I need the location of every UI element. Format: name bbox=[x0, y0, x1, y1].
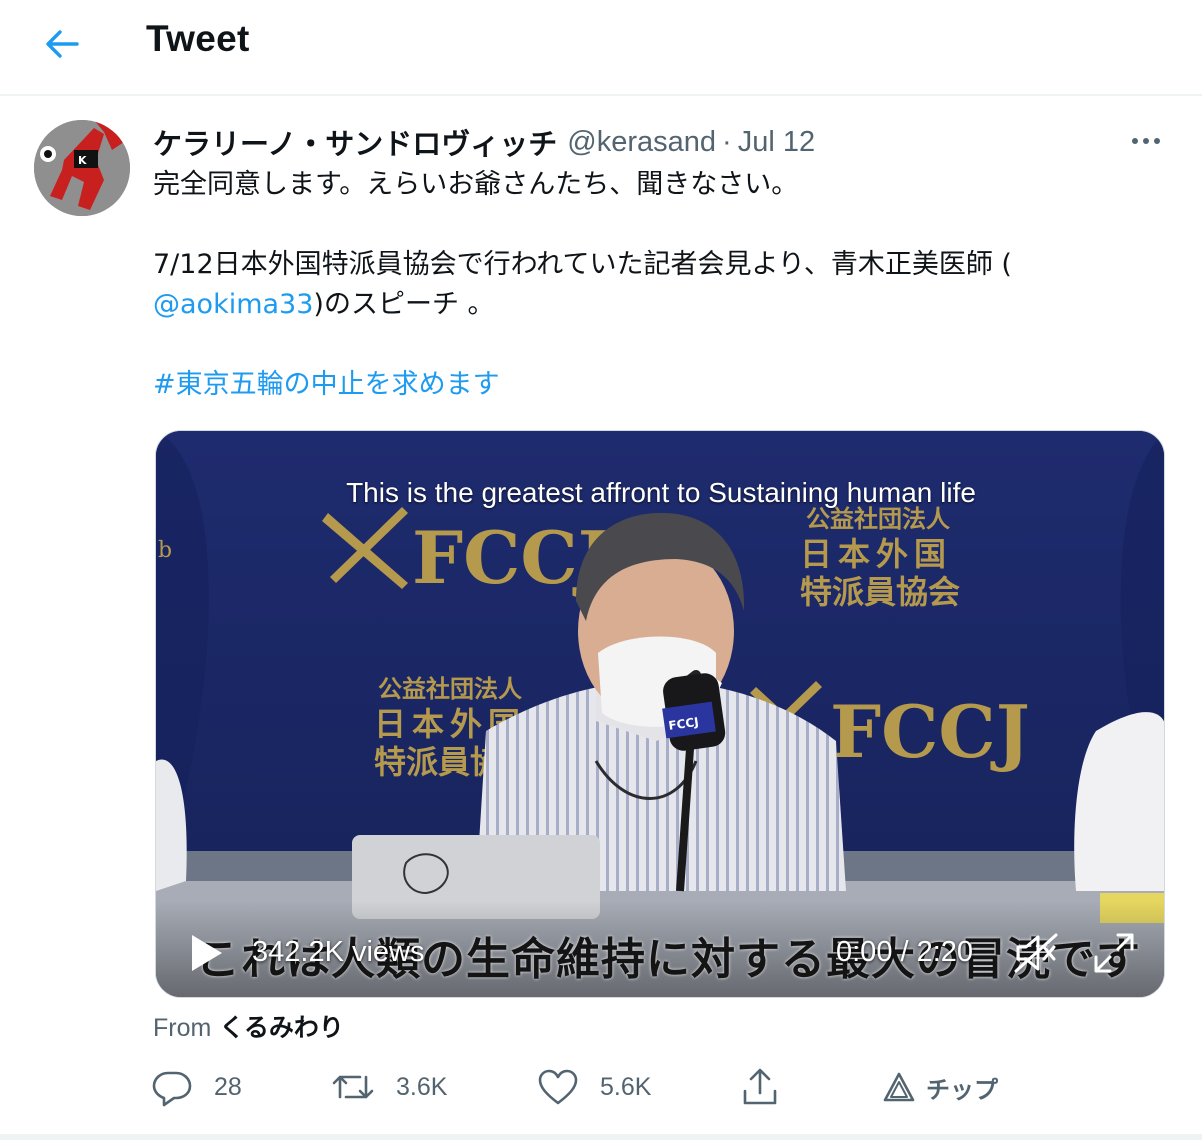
avatar[interactable]: K bbox=[34, 120, 130, 216]
view-count: 342.2K views bbox=[252, 936, 425, 968]
display-name[interactable]: ケラリーノ・サンドロヴィッチ bbox=[153, 121, 557, 163]
tip-label: チップ bbox=[926, 1075, 998, 1104]
tweet-actions: 28 3.6K 5.6K チップ bbox=[150, 1062, 1050, 1112]
share-icon bbox=[743, 1068, 777, 1105]
like-button[interactable]: 5.6K bbox=[536, 1062, 651, 1112]
tweet-user-line: ケラリーノ・サンドロヴィッチ @kerasand · Jul 12 bbox=[153, 122, 815, 162]
mention-link[interactable]: @aokima33 bbox=[153, 289, 313, 320]
page-title: Tweet bbox=[146, 18, 250, 59]
dot bbox=[1132, 138, 1138, 144]
mute-button[interactable] bbox=[1014, 931, 1060, 975]
tweet-text: 完全同意します。えらいお爺さんたち、聞きなさい。 7/12日本外国特派員協会で行… bbox=[153, 165, 1153, 405]
page-header: Tweet bbox=[0, 0, 1202, 96]
reply-count: 28 bbox=[214, 1072, 242, 1101]
dot bbox=[1154, 138, 1160, 144]
share-button[interactable] bbox=[740, 1062, 780, 1112]
from-label: From bbox=[153, 1014, 212, 1042]
hashtag-link[interactable]: #東京五輪の中止を求めます bbox=[153, 369, 500, 400]
svg-text:FCCJ: FCCJ bbox=[830, 689, 1030, 774]
svg-text:公益社団法人: 公益社団法人 bbox=[378, 674, 522, 703]
play-button[interactable] bbox=[186, 931, 226, 975]
media-source: From くるみわり bbox=[153, 1008, 344, 1044]
video-time: 0:00 / 2:20 bbox=[836, 936, 974, 968]
separator: · bbox=[722, 125, 732, 158]
like-count: 5.6K bbox=[600, 1072, 652, 1101]
svg-text:特派員協会: 特派員協会 bbox=[800, 573, 960, 611]
heart-icon bbox=[538, 1069, 578, 1105]
play-icon bbox=[192, 935, 222, 971]
tip-icon bbox=[883, 1072, 915, 1102]
tweet-line: #東京五輪の中止を求めます bbox=[153, 365, 1153, 405]
video-top-caption: This is the greatest affront to Sustaini… bbox=[346, 477, 976, 508]
arrow-left-icon bbox=[46, 30, 79, 58]
tweet-text-rest: )のスピーチ 。 bbox=[313, 289, 495, 320]
tweet-line: 7/12日本外国特派員協会で行われていた記者会見より、青木正美医師 ( bbox=[153, 249, 1012, 280]
video-player[interactable]: FCCJ FCCJ 公益社団法人 日本外国 特派員協会 公益社団法人 日本外国 … bbox=[155, 430, 1165, 998]
back-button[interactable] bbox=[40, 22, 84, 66]
reply-button[interactable]: 28 bbox=[150, 1062, 242, 1112]
tweet-date[interactable]: Jul 12 bbox=[738, 126, 815, 159]
user-handle[interactable]: @kerasand bbox=[567, 126, 716, 159]
fullscreen-icon bbox=[1094, 933, 1134, 973]
fullscreen-button[interactable] bbox=[1092, 931, 1136, 975]
more-options-icon[interactable] bbox=[1124, 124, 1168, 158]
svg-text:K: K bbox=[78, 154, 87, 167]
speaker-muted-icon bbox=[1014, 933, 1058, 973]
avatar-image: K bbox=[34, 120, 130, 216]
svg-text:日本外国: 日本外国 bbox=[800, 535, 952, 573]
dot bbox=[1143, 138, 1149, 144]
retweet-icon bbox=[332, 1075, 374, 1099]
source-link[interactable]: くるみわり bbox=[219, 1013, 344, 1042]
tweet-line: 完全同意します。えらいお爺さんたち、聞きなさい。 bbox=[153, 169, 799, 200]
tweet-line: @aokima33)のスピーチ 。 bbox=[153, 285, 1153, 325]
divider bbox=[0, 1134, 1202, 1140]
retweet-count: 3.6K bbox=[396, 1072, 448, 1101]
retweet-button[interactable]: 3.6K bbox=[330, 1062, 447, 1112]
tip-button[interactable]: チップ bbox=[882, 1062, 998, 1112]
reply-icon bbox=[152, 1071, 192, 1107]
svg-text:b: b bbox=[158, 538, 172, 563]
banner-text-right: 公益社団法人 日本外国 特派員協会 bbox=[800, 504, 960, 611]
